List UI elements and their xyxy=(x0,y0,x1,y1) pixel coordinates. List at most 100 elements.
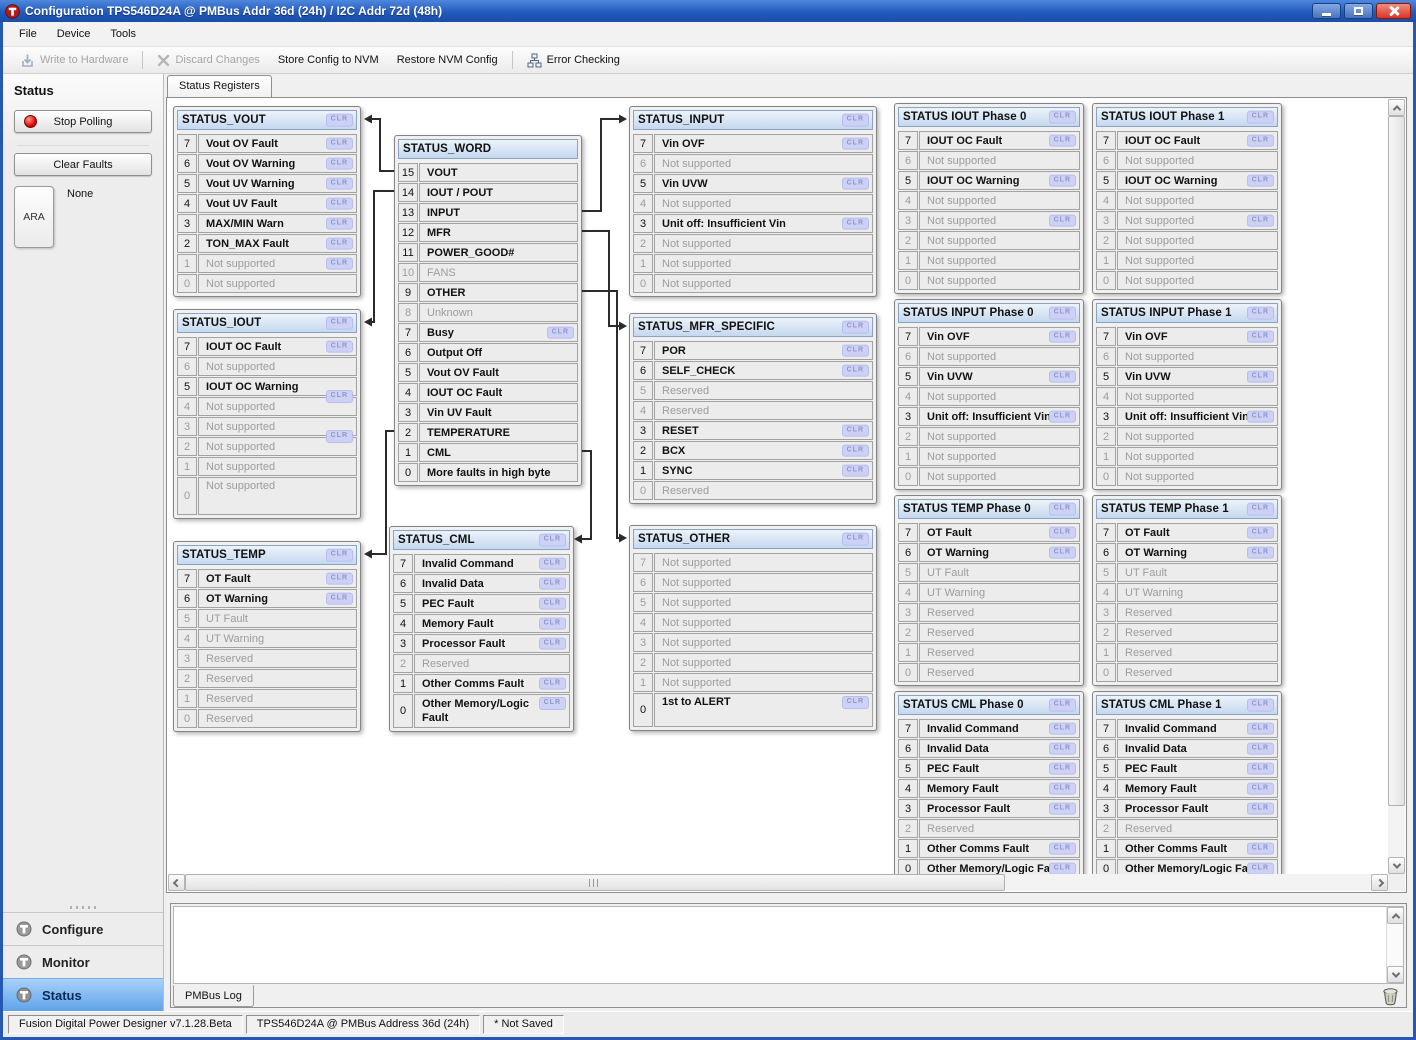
clear-bit-button[interactable]: CLR xyxy=(842,321,869,334)
log-scroll-down-button[interactable] xyxy=(1387,966,1404,983)
clear-bit-button[interactable]: CLR xyxy=(1049,134,1076,147)
clear-bit-button[interactable]: CLR xyxy=(326,157,353,170)
menu-device[interactable]: Device xyxy=(47,23,101,45)
menu-file[interactable]: File xyxy=(9,23,47,45)
clear-bit-button[interactable]: CLR xyxy=(539,697,566,710)
clear-bit-button[interactable]: CLR xyxy=(326,114,353,127)
tab-pmbus-log[interactable]: PMBus Log xyxy=(173,985,254,1007)
nav-splitter-handle[interactable] xyxy=(3,903,163,912)
clear-bit-button[interactable]: CLR xyxy=(1049,802,1076,815)
write-to-hardware-button[interactable]: Write to Hardware xyxy=(11,50,137,71)
clear-bit-button[interactable]: CLR xyxy=(842,444,869,457)
clear-bit-button[interactable]: CLR xyxy=(1049,842,1076,855)
clear-bit-button[interactable]: CLR xyxy=(326,549,353,562)
clear-bit-button[interactable]: CLR xyxy=(1049,503,1076,516)
clear-faults-button[interactable]: Clear Faults xyxy=(14,153,152,176)
clear-bit-button[interactable]: CLR xyxy=(842,344,869,357)
clear-bit-button[interactable]: CLR xyxy=(842,696,869,709)
clear-bit-button[interactable]: CLR xyxy=(1049,410,1076,423)
discard-changes-button[interactable]: Discard Changes xyxy=(148,51,268,70)
clear-bit-button[interactable]: CLR xyxy=(547,326,574,339)
clear-bit-button[interactable]: CLR xyxy=(539,597,566,610)
clear-bit-button[interactable]: CLR xyxy=(842,114,869,127)
clear-bit-button[interactable]: CLR xyxy=(1049,526,1076,539)
clear-bit-button[interactable]: CLR xyxy=(326,217,353,230)
clear-bit-button[interactable]: CLR xyxy=(1049,862,1076,874)
clear-bit-button[interactable]: CLR xyxy=(1049,722,1076,735)
clear-bit-button[interactable]: CLR xyxy=(326,257,353,270)
horizontal-scroll-track[interactable] xyxy=(185,874,1371,891)
clear-bit-button[interactable]: CLR xyxy=(326,137,353,150)
clear-bit-button[interactable]: CLR xyxy=(1247,214,1274,227)
tab-status-registers[interactable]: Status Registers xyxy=(167,75,272,97)
clear-bit-button[interactable]: CLR xyxy=(842,177,869,190)
clear-bit-button[interactable]: CLR xyxy=(1049,782,1076,795)
store-config-to-nvm-button[interactable]: Store Config to NVM xyxy=(269,51,388,69)
clear-bit-button[interactable]: CLR xyxy=(539,677,566,690)
minimize-button[interactable] xyxy=(1312,3,1341,19)
clear-bit-button[interactable]: CLR xyxy=(539,637,566,650)
menu-tools[interactable]: Tools xyxy=(100,23,146,45)
clear-bit-button[interactable]: CLR xyxy=(326,572,353,585)
clear-bit-button[interactable]: CLR xyxy=(1247,330,1274,343)
scroll-left-button[interactable] xyxy=(168,874,185,891)
sidebar-item-configure[interactable]: Configure xyxy=(3,912,163,945)
clear-bit-button[interactable]: CLR xyxy=(326,592,353,605)
clear-bit-button[interactable]: CLR xyxy=(539,557,566,570)
sidebar-item-status[interactable]: Status xyxy=(3,978,163,1011)
error-checking-button[interactable]: Error Checking xyxy=(518,50,629,71)
clear-bit-button[interactable]: CLR xyxy=(326,317,353,330)
clear-bit-button[interactable]: CLR xyxy=(1247,546,1274,559)
close-button[interactable] xyxy=(1376,3,1411,19)
clear-bit-button[interactable]: CLR xyxy=(1049,174,1076,187)
clear-bit-button[interactable]: CLR xyxy=(1049,762,1076,775)
pmbus-log-output[interactable] xyxy=(173,906,1404,984)
clear-bit-button[interactable]: CLR xyxy=(326,237,353,250)
clear-bit-button[interactable]: CLR xyxy=(1247,802,1274,815)
clear-bit-button[interactable]: CLR xyxy=(1247,842,1274,855)
horizontal-scrollbar[interactable] xyxy=(168,874,1388,891)
vertical-scroll-thumb[interactable] xyxy=(1388,116,1405,806)
clear-bit-button[interactable]: CLR xyxy=(326,177,353,190)
clear-bit-button[interactable]: CLR xyxy=(842,137,869,150)
clear-bit-button[interactable]: CLR xyxy=(1247,742,1274,755)
clear-bit-button[interactable]: CLR xyxy=(1247,111,1274,124)
log-scroll-up-button[interactable] xyxy=(1387,907,1404,924)
clear-bit-button[interactable]: CLR xyxy=(1049,742,1076,755)
stop-polling-button[interactable]: Stop Polling xyxy=(14,110,152,133)
vertical-scroll-track[interactable] xyxy=(1388,116,1405,857)
restore-nvm-config-button[interactable]: Restore NVM Config xyxy=(388,51,507,69)
clear-bit-button[interactable]: CLR xyxy=(1049,370,1076,383)
clear-bit-button[interactable]: CLR xyxy=(1049,111,1076,124)
scroll-down-button[interactable] xyxy=(1388,857,1405,874)
vertical-scrollbar[interactable] xyxy=(1388,99,1405,874)
clear-bit-button[interactable]: CLR xyxy=(539,577,566,590)
clear-bit-button[interactable]: CLR xyxy=(1049,330,1076,343)
clear-bit-button[interactable]: CLR xyxy=(326,197,353,210)
clear-bit-button[interactable]: CLR xyxy=(1247,410,1274,423)
clear-bit-button[interactable]: CLR xyxy=(842,217,869,230)
clear-bit-button[interactable]: CLR xyxy=(539,534,566,547)
scroll-right-button[interactable] xyxy=(1371,874,1388,891)
clear-bit-button[interactable]: CLR xyxy=(842,424,869,437)
clear-bit-button[interactable]: CLR xyxy=(1247,503,1274,516)
clear-bit-button[interactable]: CLR xyxy=(326,390,353,403)
clear-bit-button[interactable]: CLR xyxy=(842,364,869,377)
clear-log-trash-icon[interactable] xyxy=(1382,988,1399,1006)
maximize-button[interactable] xyxy=(1344,3,1373,19)
clear-bit-button[interactable]: CLR xyxy=(1049,214,1076,227)
clear-bit-button[interactable]: CLR xyxy=(326,430,353,443)
clear-bit-button[interactable]: CLR xyxy=(539,617,566,630)
ara-button[interactable]: ARA xyxy=(14,186,54,248)
clear-bit-button[interactable]: CLR xyxy=(1247,174,1274,187)
clear-bit-button[interactable]: CLR xyxy=(1247,134,1274,147)
horizontal-scroll-thumb[interactable] xyxy=(185,874,1005,891)
clear-bit-button[interactable]: CLR xyxy=(1049,546,1076,559)
clear-bit-button[interactable]: CLR xyxy=(1049,699,1076,712)
clear-bit-button[interactable]: CLR xyxy=(1247,762,1274,775)
clear-bit-button[interactable]: CLR xyxy=(326,340,353,353)
scroll-up-button[interactable] xyxy=(1388,99,1405,116)
clear-bit-button[interactable]: CLR xyxy=(1247,862,1274,874)
clear-bit-button[interactable]: CLR xyxy=(1247,699,1274,712)
clear-bit-button[interactable]: CLR xyxy=(1247,782,1274,795)
